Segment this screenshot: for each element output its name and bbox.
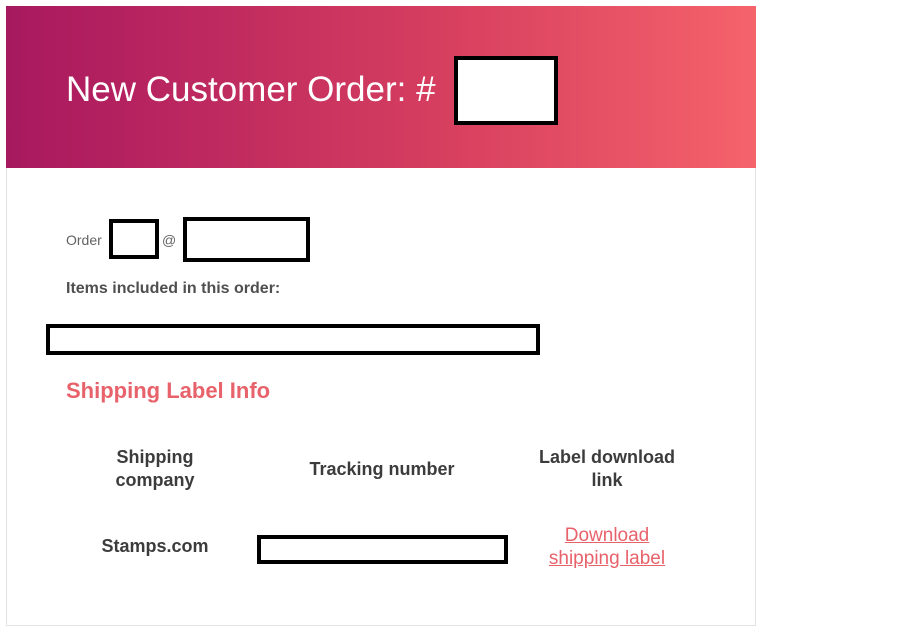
redacted-items-list <box>46 324 540 355</box>
order-at-symbol: @ <box>162 232 177 248</box>
shipping-label-heading: Shipping Label Info <box>66 378 271 403</box>
column-tracking-number: Tracking number <box>309 459 455 479</box>
column-label-download-link: Label download link <box>538 447 675 490</box>
email-header: New Customer Order: # <box>6 6 756 168</box>
shipping-company-cell: Stamps.com <box>101 536 209 556</box>
download-shipping-label-link[interactable]: Download shipping label <box>530 524 684 570</box>
order-title: New Customer Order: # <box>66 70 436 109</box>
redacted-tracking-number <box>257 535 508 564</box>
items-heading: Items included in this order: <box>66 280 281 297</box>
redacted-order-number <box>454 56 558 125</box>
redacted-order-date <box>183 217 310 262</box>
column-shipping-company: Shipping company <box>115 447 195 490</box>
order-label: Order <box>66 232 102 248</box>
redacted-order-id <box>109 219 159 259</box>
